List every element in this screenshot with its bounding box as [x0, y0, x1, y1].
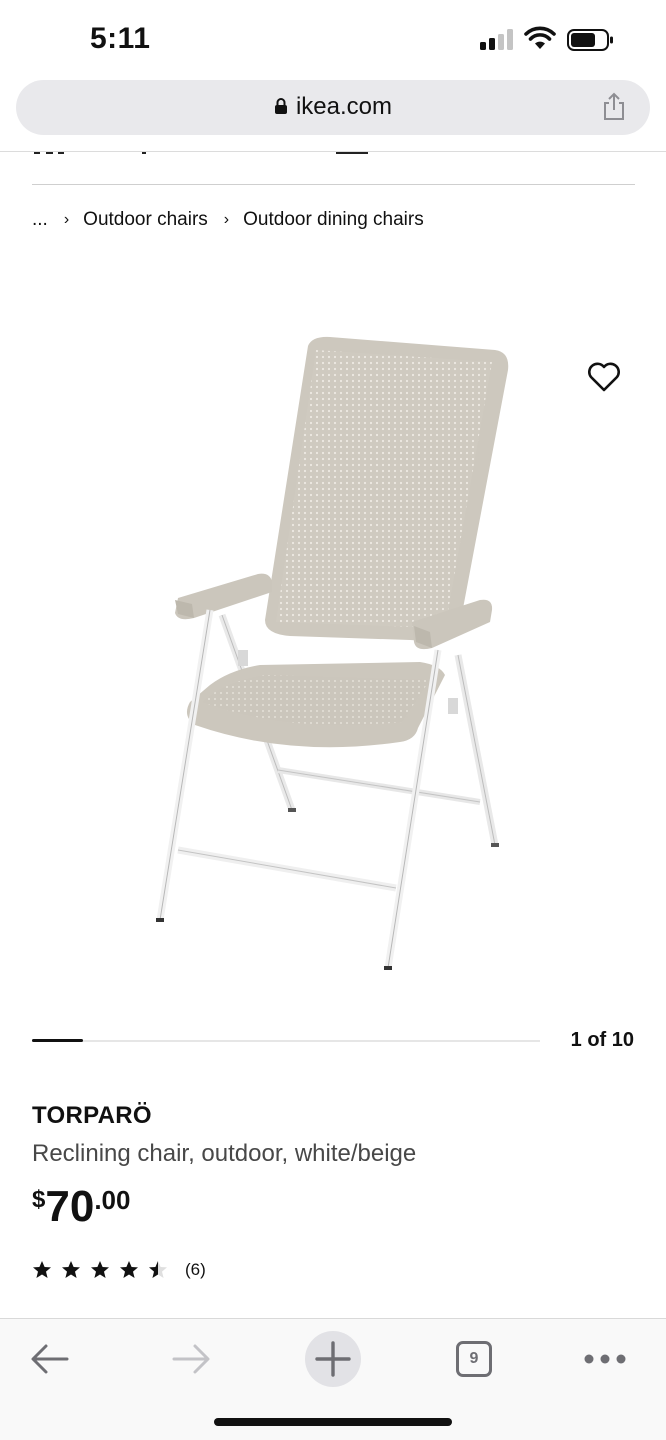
breadcrumb-ellipsis[interactable]: ... — [32, 209, 48, 230]
header-divider — [0, 151, 666, 152]
forward-button[interactable] — [163, 1331, 219, 1387]
heart-icon[interactable] — [586, 360, 622, 394]
new-tab-button[interactable] — [305, 1331, 361, 1387]
gallery-counter: 1 of 10 — [570, 1029, 634, 1051]
gallery-progress — [32, 1039, 540, 1042]
battery-icon — [567, 29, 613, 51]
cellular-signal-icon — [480, 28, 514, 50]
tabs-icon: 9 — [456, 1341, 492, 1377]
status-time: 5:11 — [90, 22, 151, 55]
product-price: $70.00 — [32, 1182, 130, 1232]
more-icon — [584, 1354, 626, 1364]
product-rating[interactable]: (6) — [32, 1258, 206, 1282]
back-arrow-icon — [31, 1344, 69, 1374]
breadcrumb-item-outdoor-dining-chairs[interactable]: Outdoor dining chairs — [243, 209, 424, 230]
more-button[interactable] — [577, 1331, 633, 1387]
share-icon[interactable] — [600, 92, 628, 122]
back-button[interactable] — [22, 1331, 78, 1387]
breadcrumb-item-outdoor-chairs[interactable]: Outdoor chairs — [83, 209, 208, 230]
star-icon — [91, 1261, 109, 1278]
star-icon — [62, 1261, 80, 1278]
price-whole: 70 — [45, 1182, 95, 1231]
plus-icon — [315, 1341, 351, 1377]
url-text: ikea.com — [295, 93, 393, 120]
star-icon — [149, 1261, 167, 1278]
product-image[interactable] — [140, 330, 520, 990]
section-divider — [32, 184, 635, 185]
address-bar[interactable]: ikea.com — [16, 80, 650, 135]
star-icon — [120, 1261, 138, 1278]
product-description: Reclining chair, outdoor, white/beige — [32, 1140, 417, 1167]
breadcrumb: ... › Outdoor chairs › Outdoor dining chairs — [32, 209, 424, 231]
wifi-icon — [524, 26, 556, 49]
gallery-progress-fill — [32, 1039, 83, 1042]
review-count: (6) — [185, 1260, 206, 1279]
star-icon — [33, 1261, 51, 1278]
home-indicator[interactable] — [214, 1418, 452, 1426]
product-name: TORPARÖ — [32, 1102, 152, 1129]
breadcrumb-separator: › — [223, 211, 230, 228]
price-currency: $ — [32, 1186, 46, 1213]
status-bar: 5:11 — [0, 0, 666, 78]
lock-icon — [274, 98, 287, 114]
forward-arrow-icon — [172, 1344, 210, 1374]
rating-stars — [32, 1260, 177, 1280]
price-decimals: .00 — [94, 1185, 131, 1215]
tabs-button[interactable]: 9 — [446, 1331, 502, 1387]
breadcrumb-separator: › — [63, 211, 70, 228]
